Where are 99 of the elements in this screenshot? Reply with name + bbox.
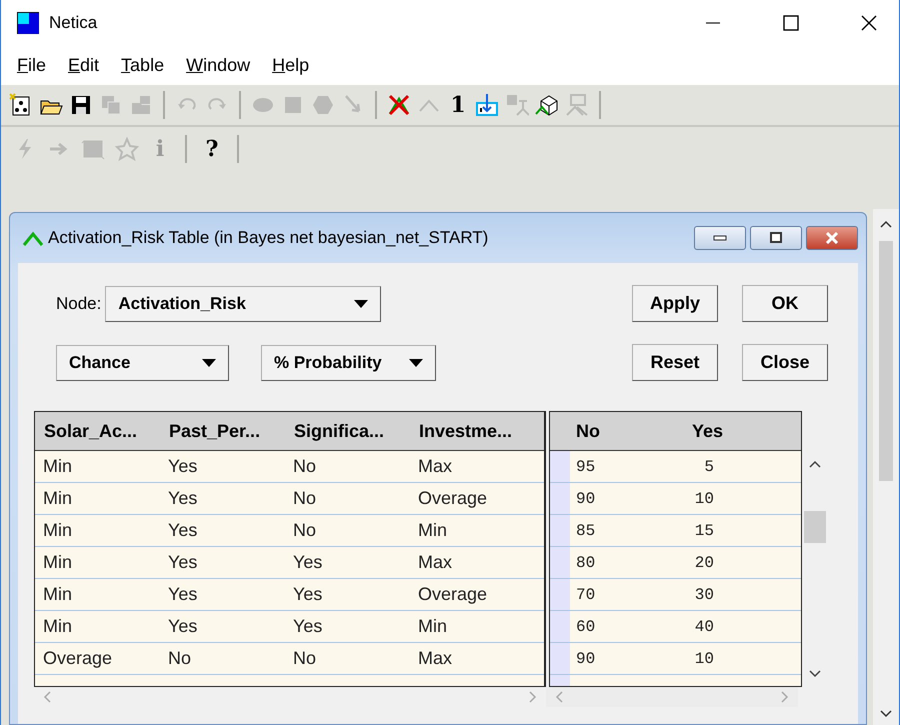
table-cell-text: Yes [167, 520, 198, 541]
table-cell-text: Overage [42, 648, 114, 669]
maximize-button[interactable] [750, 226, 802, 250]
window-title: Activation_Risk Table (in Bayes net bayesian_net_START) [48, 228, 488, 248]
scroll-left-icon[interactable] [554, 690, 564, 704]
column-header: Solar_Ac... [43, 420, 138, 442]
table-cell[interactable]: 40 [616, 618, 714, 636]
scroll-down-icon[interactable] [808, 669, 822, 679]
scrollbar[interactable] [873, 209, 899, 725]
save-icon[interactable] [69, 93, 93, 117]
table-cell-text: Min [42, 616, 74, 637]
restore-icon [769, 232, 783, 244]
table-cell[interactable]: 10 [616, 650, 714, 668]
scroll-down-icon[interactable] [879, 709, 893, 719]
maximize-icon[interactable] [783, 14, 799, 30]
table-cell-text: Min [42, 456, 74, 477]
row-strip [550, 611, 570, 642]
table-cell-text: No [292, 520, 318, 541]
scroll-thumb[interactable] [879, 241, 893, 481]
close-icon [825, 232, 839, 244]
dropdown-arrow-icon [202, 358, 216, 366]
cube-icon[interactable] [535, 93, 559, 117]
table-cell[interactable]: 70 [576, 586, 616, 604]
dropdown-arrow-icon [354, 300, 368, 308]
table-cell[interactable]: 95 [576, 458, 616, 476]
table-cell-text: Max [417, 456, 454, 477]
node-label: Node: [56, 294, 102, 314]
table-cell-text: Min [42, 584, 74, 605]
table-cell[interactable]: 5 [616, 458, 714, 476]
scroll-up-icon[interactable] [808, 459, 822, 469]
node-dropdown[interactable]: Activation_Risk [105, 286, 382, 322]
table-cell-text: No [292, 488, 318, 509]
window-title: Netica [49, 12, 98, 32]
table-cell-text: No [292, 648, 318, 669]
table-cell-text: No [292, 456, 318, 477]
menu-item[interactable]: File [17, 54, 46, 76]
table-cell-text: Yes [167, 456, 198, 477]
table-cell[interactable]: 90 [576, 650, 616, 668]
menu-item[interactable]: Window [186, 54, 250, 76]
table-cell-text: Yes [292, 616, 324, 637]
table-cell[interactable]: 15 [616, 522, 714, 540]
app-icon [17, 12, 39, 34]
dropdown-arrow-icon [409, 358, 423, 366]
table-cell-text: Overage [417, 584, 488, 605]
minimize-icon [713, 234, 727, 242]
scroll-right-icon[interactable] [528, 690, 538, 704]
scroll-left-icon[interactable] [42, 690, 52, 704]
table-cell[interactable]: 80 [576, 554, 616, 572]
close-button[interactable]: Close [742, 344, 828, 381]
table-cell-text: Yes [167, 616, 198, 637]
apply-button[interactable]: Apply [632, 285, 718, 322]
table-cell-text: Yes [292, 552, 324, 573]
row-strip [550, 579, 570, 610]
display-dropdown[interactable]: % Probability [261, 344, 436, 380]
scroll-right-icon[interactable] [780, 690, 790, 704]
row-strip [550, 483, 570, 514]
caret-icon [22, 229, 44, 247]
menu-item[interactable]: Help [272, 54, 310, 76]
table-cell-text: Max [417, 648, 454, 669]
table-cell-text: Yes [167, 552, 198, 573]
close-icon[interactable] [861, 14, 877, 30]
table-cell-text: Yes [292, 584, 324, 605]
column-header: Significa... [293, 420, 386, 442]
table-cell-text: Max [417, 552, 454, 573]
row-strip [550, 515, 570, 546]
table-cell[interactable]: 85 [576, 522, 616, 540]
table-cell[interactable]: 60 [576, 618, 616, 636]
menu-item[interactable]: Table [121, 54, 164, 76]
table-cell-text: Min [417, 520, 448, 541]
minimize-button[interactable] [694, 226, 746, 250]
table-cell-text: No [167, 648, 192, 669]
column-header: Yes [691, 420, 724, 442]
table-cell-text: Min [42, 488, 74, 509]
row-strip [550, 547, 570, 578]
close-button[interactable] [806, 226, 858, 250]
scrollbar[interactable] [546, 687, 798, 707]
menu-item[interactable]: Edit [68, 54, 100, 76]
table-cell-text: Min [42, 520, 74, 541]
column-header: Investme... [418, 420, 514, 442]
toolbar-button[interactable]: 1 [447, 92, 469, 118]
node-type-dropdown[interactable]: Chance [56, 344, 229, 380]
table-cell-text: Min [417, 616, 448, 637]
scroll-thumb[interactable] [804, 511, 826, 543]
table-cell[interactable]: 90 [576, 490, 616, 508]
reset-button[interactable]: Reset [632, 344, 718, 381]
scroll-up-icon[interactable] [879, 219, 893, 229]
table-cell-text: Yes [167, 488, 198, 509]
table-cell-text: Min [42, 552, 74, 573]
table-cell[interactable]: 30 [616, 586, 714, 604]
table-cell-text: Overage [417, 488, 488, 509]
unlink-icon[interactable] [387, 93, 411, 117]
table-cell-text: Yes [167, 584, 198, 605]
toolbar-button[interactable]: ? [201, 136, 223, 162]
column-header: No [575, 420, 601, 442]
column-header: Past_Per... [168, 420, 262, 442]
table-cell[interactable]: 10 [616, 490, 714, 508]
row-strip [550, 451, 570, 482]
table-cell[interactable]: 20 [616, 554, 714, 572]
ok-button[interactable]: OK [742, 285, 828, 322]
